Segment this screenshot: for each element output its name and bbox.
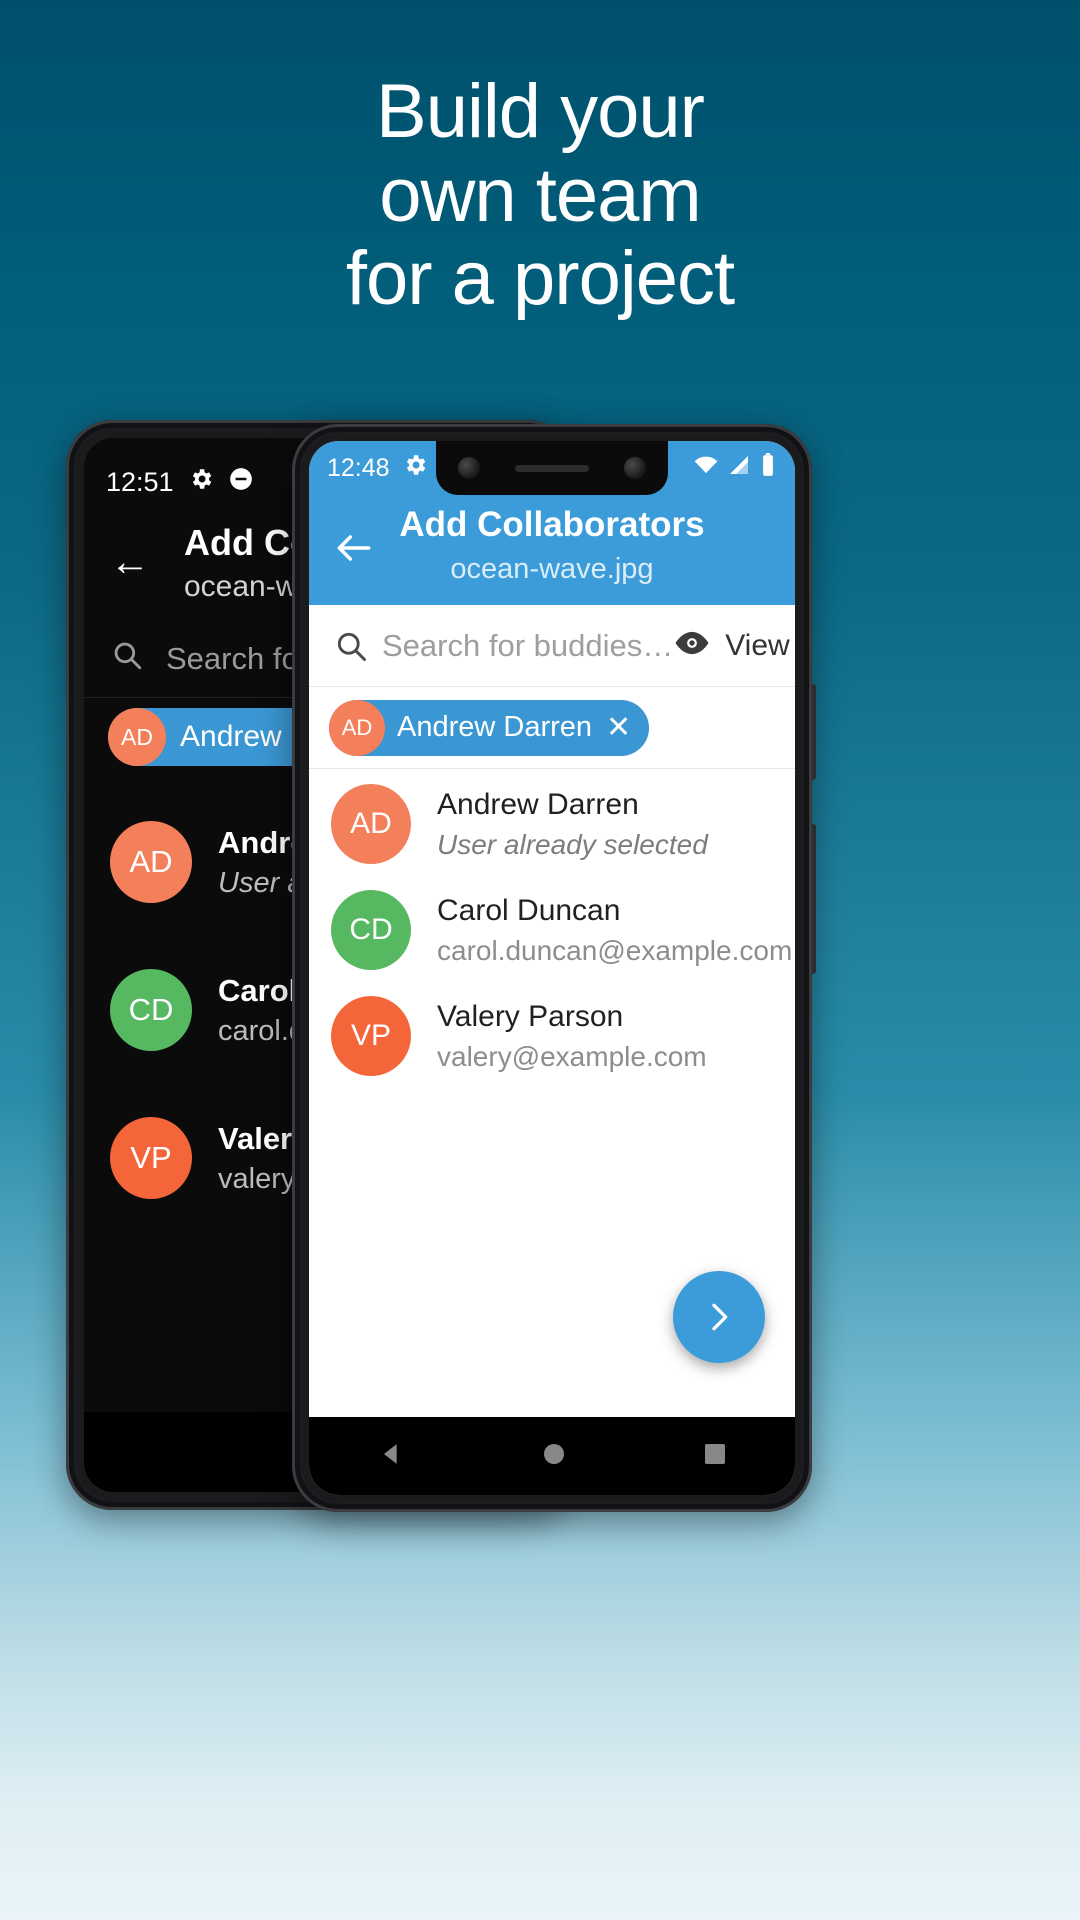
contact-name: Carol Duncan — [437, 893, 621, 927]
contact-detail: carol.duncan@example.com — [437, 934, 793, 966]
avatar: AD — [108, 708, 166, 766]
status-time: 12:48 — [327, 453, 390, 482]
front-camera-icon — [458, 457, 480, 479]
gear-icon — [188, 466, 214, 499]
close-icon[interactable]: ✕ — [606, 710, 631, 745]
foreground-phone-screen: 12:48 Add Collaborators ocean-wave.jpg S… — [309, 441, 795, 1495]
headline-line-1: Build your — [376, 69, 705, 154]
contact-detail: valery@example.com — [437, 1040, 707, 1072]
page-subtitle: ocean-wave.jpg — [450, 553, 654, 585]
search-bar[interactable]: Search for buddies… View › — [309, 605, 795, 687]
list-item[interactable]: AD Andrew Darren User already selected — [309, 779, 795, 869]
navigation-bar — [309, 1417, 795, 1495]
avatar: VP — [331, 996, 411, 1076]
list-item[interactable]: VP Valery Parson valery@example.com — [309, 991, 795, 1081]
avatar: AD — [329, 699, 385, 756]
page-title: Add Collaborators — [399, 505, 705, 544]
do-not-disturb-icon — [228, 466, 254, 499]
contact-detail: User already selected — [437, 828, 708, 860]
next-fab-button[interactable] — [673, 1271, 765, 1363]
avatar: CD — [331, 890, 411, 970]
back-triangle-icon[interactable] — [374, 1437, 408, 1476]
search-icon — [110, 638, 144, 680]
selected-chip-row: AD Andrew Darren ✕ — [309, 687, 795, 769]
avatar: AD — [331, 784, 411, 864]
avatar: CD — [110, 969, 192, 1051]
app-bar: Add Collaborators ocean-wave.jpg — [309, 495, 795, 605]
eye-icon — [673, 630, 711, 661]
back-button[interactable]: ← — [110, 542, 150, 582]
camera-notch — [436, 441, 668, 495]
promo-headline: Build your own team for a project — [0, 70, 1080, 321]
foreground-phone-mockup: 12:48 Add Collaborators ocean-wave.jpg S… — [292, 424, 816, 1512]
secondary-camera-icon — [624, 457, 646, 479]
signal-icon — [727, 453, 751, 484]
power-button[interactable] — [810, 684, 816, 780]
home-circle-icon[interactable] — [539, 1439, 569, 1474]
earpiece-speaker — [515, 465, 589, 472]
avatar: AD — [110, 821, 192, 903]
view-toggle[interactable]: View › — [673, 629, 795, 663]
headline-line-3: for a project — [345, 236, 735, 322]
search-icon — [333, 626, 369, 666]
search-input[interactable]: Search for buddies… — [382, 628, 673, 664]
headline-line-2: own team — [379, 152, 702, 238]
volume-button[interactable] — [810, 824, 816, 974]
contact-name: Valery Parson — [437, 999, 624, 1033]
back-status-time: 12:51 — [106, 466, 174, 497]
list-item[interactable]: CD Carol Duncan carol.duncan@example.com — [309, 885, 795, 975]
selected-collaborator-chip[interactable]: AD Andrew Darren ✕ — [329, 699, 650, 756]
battery-icon — [759, 452, 777, 485]
view-label: View — [725, 628, 790, 662]
chip-label: Andrew Darren — [397, 711, 593, 743]
avatar: VP — [110, 1117, 192, 1199]
gear-icon — [402, 452, 428, 485]
wifi-icon — [693, 452, 719, 485]
contact-name: Andrew Darren — [437, 787, 639, 821]
recents-square-icon[interactable] — [700, 1439, 730, 1474]
